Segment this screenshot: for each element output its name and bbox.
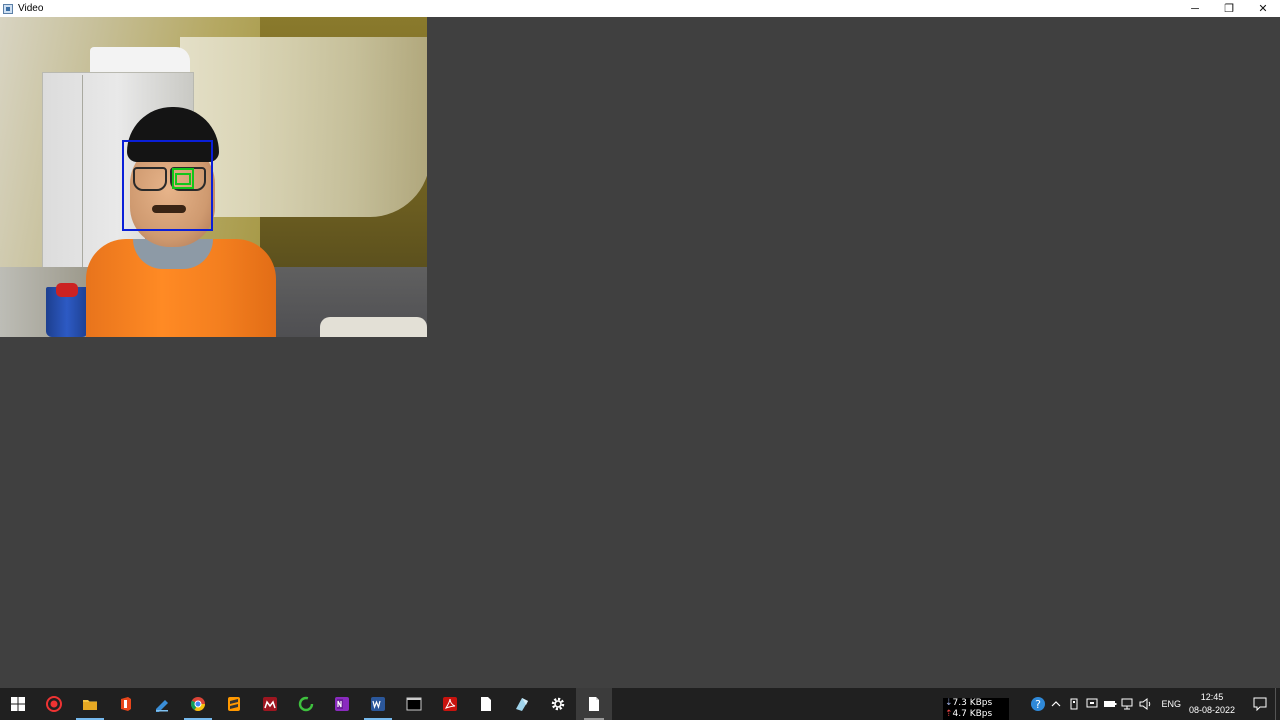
- language-indicator[interactable]: ENG: [1161, 699, 1181, 709]
- restore-button[interactable]: ❐: [1212, 0, 1246, 17]
- action-center-button[interactable]: [1245, 688, 1275, 720]
- taskbar-onenote[interactable]: [324, 688, 360, 720]
- taskbar-settings[interactable]: [540, 688, 576, 720]
- show-desktop-button[interactable]: [1275, 688, 1280, 720]
- upload-arrow-icon: ⇡: [945, 709, 953, 719]
- onenote-icon: [335, 697, 349, 711]
- taskbar-acrobat[interactable]: [432, 688, 468, 720]
- taskbar-notepad[interactable]: [468, 688, 504, 720]
- download-arrow-icon: ⇣: [945, 698, 953, 708]
- sublime-icon: [228, 697, 240, 711]
- taskbar-mendeley[interactable]: [252, 688, 288, 720]
- taskbar-sublime-text[interactable]: [216, 688, 252, 720]
- usb-device-icon: [1070, 698, 1078, 710]
- tray-security[interactable]: [1083, 688, 1101, 720]
- mendeley-icon: [263, 697, 277, 711]
- window-title-bar[interactable]: Video ─ ❐ ✕: [0, 0, 1280, 17]
- speaker-icon: [1139, 698, 1151, 710]
- folder-icon: [83, 700, 97, 710]
- clock-time: 12:45: [1200, 692, 1224, 702]
- record-icon: [46, 696, 62, 712]
- document-icon: [481, 697, 491, 711]
- paint-icon: [516, 698, 528, 711]
- taskbar-video-window[interactable]: [576, 688, 612, 720]
- clock-date: 08-08-2022: [1188, 705, 1235, 715]
- taskbar-refresh-app[interactable]: [288, 688, 324, 720]
- network-icon: [1121, 698, 1133, 710]
- taskbar-terminal[interactable]: [396, 688, 432, 720]
- taskbar-file-explorer[interactable]: [72, 688, 108, 720]
- minimize-button[interactable]: ─: [1178, 0, 1212, 17]
- taskbar-chrome[interactable]: [180, 688, 216, 720]
- tray-battery[interactable]: [1101, 688, 1119, 720]
- download-speed: 7.3 KBps: [952, 698, 993, 708]
- windows-logo-icon: [11, 697, 25, 711]
- pen-icon: [156, 700, 168, 712]
- notification-icon: [1253, 697, 1267, 711]
- tray-overflow[interactable]: [1047, 688, 1065, 720]
- system-tray: ? ENG 12:45 08-08-2022: [1029, 688, 1280, 720]
- chrome-icon: [190, 697, 205, 711]
- circular-arrow-icon: [298, 696, 314, 712]
- window-title: Video: [18, 3, 44, 14]
- tray-volume[interactable]: [1137, 688, 1155, 720]
- office-icon: [121, 697, 131, 711]
- bucket-lid: [56, 283, 78, 297]
- screen-icon: [1086, 698, 1098, 708]
- taskbar-screen-recorder[interactable]: [36, 688, 72, 720]
- terminal-icon: [406, 697, 422, 711]
- clock[interactable]: 12:45 08-08-2022: [1189, 691, 1235, 717]
- upload-speed: 4.7 KBps: [952, 709, 993, 719]
- start-button[interactable]: [0, 688, 36, 720]
- close-button[interactable]: ✕: [1246, 0, 1280, 17]
- svg-text:?: ?: [1036, 698, 1042, 711]
- battery-icon: [1104, 701, 1117, 707]
- acrobat-icon: [443, 697, 457, 711]
- eye-detection-box-inner: [175, 173, 191, 185]
- face-detection-box: [122, 140, 213, 231]
- video-frame: [0, 17, 427, 337]
- app-icon: [3, 3, 13, 14]
- help-icon: ?: [1031, 697, 1046, 711]
- window-controls: ─ ❐ ✕: [1178, 0, 1280, 17]
- taskbar-word[interactable]: [360, 688, 396, 720]
- cupboard-door-line: [82, 75, 83, 275]
- taskbar-office[interactable]: [108, 688, 144, 720]
- tray-usb[interactable]: [1065, 688, 1083, 720]
- taskbar-paint-app[interactable]: [504, 688, 540, 720]
- pillow: [320, 317, 427, 337]
- tray-help[interactable]: ?: [1029, 688, 1047, 720]
- gear-icon: [551, 697, 565, 711]
- tray-network[interactable]: [1119, 688, 1137, 720]
- curtain: [180, 37, 427, 217]
- taskbar-pen-app[interactable]: [144, 688, 180, 720]
- word-icon: [371, 697, 385, 711]
- network-speed-widget: ⇣7.3 KBps ⇡4.7 KBps: [943, 698, 1009, 720]
- chevron-up-icon: [1052, 701, 1061, 707]
- document-icon: [589, 697, 599, 711]
